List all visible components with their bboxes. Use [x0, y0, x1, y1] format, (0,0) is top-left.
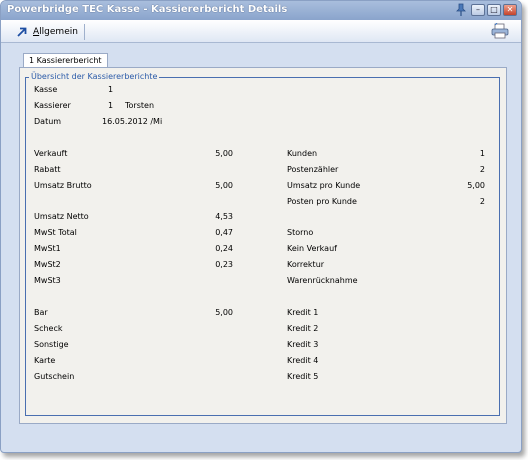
pin-icon[interactable] [456, 3, 466, 17]
allgemein-button[interactable]: Allgemein [15, 24, 85, 40]
gutschein-label: Gutschein [34, 372, 75, 381]
kassierer-id: 1 [108, 101, 114, 110]
arrow-up-right-icon [17, 27, 27, 37]
kassierer-name: Torsten [125, 101, 155, 110]
kunden-value: 1 [479, 149, 485, 158]
minimize-button[interactable]: – [471, 4, 485, 16]
umsatz-netto-value: 4,53 [215, 212, 233, 221]
group-legend: Übersicht der Kassiererberichte [29, 72, 160, 81]
mwst1-label: MwSt1 [34, 244, 61, 253]
umsatz-pro-kunde-label: Umsatz pro Kunde [287, 181, 361, 190]
umsatz-netto-label: Umsatz Netto [34, 212, 89, 221]
umsatz-brutto-label: Umsatz Brutto [34, 181, 92, 190]
kein-verkauf-label: Kein Verkauf [287, 244, 337, 253]
bar-value: 5,00 [215, 308, 233, 317]
tab-panel: Übersicht der Kassiererberichte Kasse 1 … [19, 67, 507, 424]
kredit2-label: Kredit 2 [287, 324, 319, 333]
title-bar[interactable]: Powerbridge TEC Kasse - Kassiererbericht… [1, 1, 521, 20]
kasse-label: Kasse [34, 85, 58, 94]
mwst-total-label: MwSt Total [34, 228, 77, 237]
kunden-label: Kunden [287, 149, 318, 158]
sonstige-label: Sonstige [34, 340, 69, 349]
kredit5-label: Kredit 5 [287, 372, 319, 381]
tab-kassiererbericht[interactable]: 1 Kassiererbericht [23, 53, 108, 68]
warenruecknahme-label: Warenrücknahme [287, 276, 358, 285]
kredit4-label: Kredit 4 [287, 356, 319, 365]
kredit3-label: Kredit 3 [287, 340, 319, 349]
scheck-label: Scheck [34, 324, 63, 333]
mwst3-label: MwSt3 [34, 276, 61, 285]
mwst1-value: 0,24 [215, 244, 233, 253]
mwst2-label: MwSt2 [34, 260, 61, 269]
datum-value: 16.05.2012 /Mi [102, 117, 163, 126]
posten-pro-kunde-value: 2 [479, 197, 485, 206]
report-group: Übersicht der Kassiererberichte Kasse 1 … [25, 72, 500, 416]
posten-pro-kunde-label: Posten pro Kunde [287, 197, 357, 206]
maximize-button[interactable]: □ [487, 4, 501, 16]
close-button[interactable]: ✕ [503, 4, 517, 16]
postenzaehler-label: Postenzähler [287, 165, 339, 174]
report-window: Powerbridge TEC Kasse - Kassiererbericht… [0, 0, 522, 453]
kassierer-label: Kassierer [34, 101, 71, 110]
karte-label: Karte [34, 356, 56, 365]
korrektur-label: Korrektur [287, 260, 325, 269]
datum-label: Datum [34, 117, 62, 126]
umsatz-pro-kunde-value: 5,00 [467, 181, 485, 190]
mwst-total-value: 0,47 [215, 228, 233, 237]
mwst2-value: 0,23 [215, 260, 233, 269]
verkauft-label: Verkauft [34, 149, 68, 158]
postenzaehler-value: 2 [479, 165, 485, 174]
storno-label: Storno [287, 228, 314, 237]
kredit1-label: Kredit 1 [287, 308, 319, 317]
toolbar: Allgemein [1, 20, 521, 43]
window-title: Powerbridge TEC Kasse - Kassiererbericht… [7, 4, 288, 15]
verkauft-value: 5,00 [215, 149, 233, 158]
printer-icon[interactable] [491, 23, 509, 39]
allgemein-label: Allgemein [33, 27, 78, 37]
umsatz-brutto-value: 5,00 [215, 181, 233, 190]
content-area: 1 Kassiererbericht Übersicht der Kassier… [19, 51, 509, 426]
bar-label: Bar [34, 308, 48, 317]
kasse-value: 1 [108, 85, 114, 94]
rabatt-label: Rabatt [34, 165, 61, 174]
